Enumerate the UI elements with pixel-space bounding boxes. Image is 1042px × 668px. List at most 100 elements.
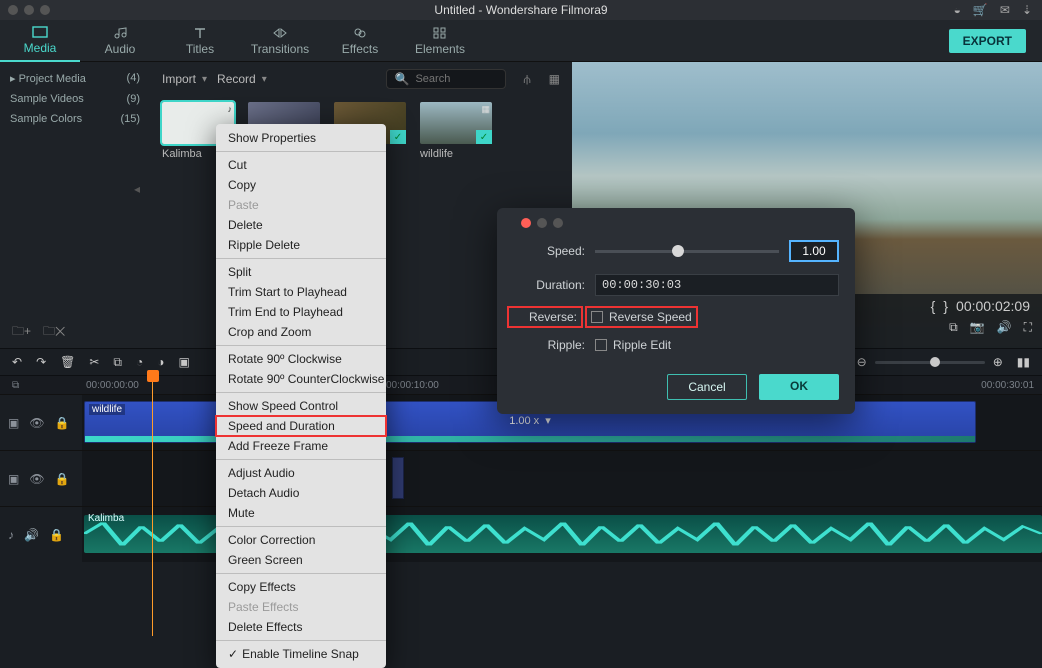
download-icon[interactable]: ⇣	[1022, 3, 1032, 17]
lock-icon[interactable]: 🔒	[55, 472, 70, 486]
menu-detach-audio[interactable]: Detach Audio	[216, 483, 386, 503]
playhead[interactable]	[152, 376, 153, 636]
track-settings-icon[interactable]: ▣	[8, 472, 19, 486]
sidebar-item-project-media[interactable]: ▸ Project Media (4)	[0, 68, 150, 89]
color-icon[interactable]: ◑	[157, 355, 164, 369]
undo-icon[interactable]: ↶	[12, 355, 22, 369]
zoom-slider[interactable]	[875, 361, 985, 364]
menu-enable-snap[interactable]: Enable Timeline Snap	[216, 644, 386, 664]
tab-media[interactable]: Media	[0, 20, 80, 62]
visibility-icon[interactable]: 👁	[29, 416, 44, 430]
visibility-icon[interactable]: 👁	[29, 472, 44, 486]
menu-split[interactable]: Split	[216, 262, 386, 282]
menu-color-correction[interactable]: Color Correction	[216, 530, 386, 550]
snapshot-icon[interactable]: ⧉	[949, 320, 958, 335]
dialog-traffic-lights[interactable]	[513, 218, 839, 228]
menu-show-properties[interactable]: Show Properties	[216, 128, 386, 148]
menu-copy[interactable]: Copy	[216, 175, 386, 195]
split-icon[interactable]: ✂	[89, 355, 99, 369]
sidebar-item-sample-videos[interactable]: Sample Videos (9)	[0, 89, 150, 109]
ok-button[interactable]: OK	[759, 374, 839, 400]
music-track-icon[interactable]: ♪	[8, 528, 14, 542]
menu-crop-zoom[interactable]: Crop and Zoom	[216, 322, 386, 342]
zoom-in-icon[interactable]: ⊕	[993, 355, 1003, 369]
menu-green-screen[interactable]: Green Screen	[216, 550, 386, 570]
menu-add-freeze-frame[interactable]: Add Freeze Frame	[216, 436, 386, 456]
tab-media-label: Media	[24, 41, 57, 55]
clip-fragment[interactable]	[392, 457, 404, 499]
tab-effects[interactable]: Effects	[320, 20, 400, 62]
camera-icon[interactable]: 📷	[970, 320, 985, 335]
volume-icon[interactable]: 🔊	[997, 320, 1012, 335]
duration-input[interactable]: 00:00:30:03	[595, 274, 839, 296]
delete-icon[interactable]: 🗑	[60, 355, 75, 369]
lock-icon[interactable]: 🔒	[55, 416, 70, 430]
menu-rotate-cw[interactable]: Rotate 90º Clockwise	[216, 349, 386, 369]
track-audio-1: ♪🔊🔒 Kalimba	[0, 506, 1042, 562]
lock-icon[interactable]: 🔒	[49, 528, 64, 542]
close-dot[interactable]	[521, 218, 531, 228]
speed-icon[interactable]: ◔	[136, 355, 143, 369]
search-input[interactable]	[415, 73, 495, 85]
export-button[interactable]: EXPORT	[949, 29, 1026, 53]
crop-icon[interactable]: ⧉	[113, 355, 122, 370]
redo-icon[interactable]: ↷	[36, 355, 46, 369]
min-dot[interactable]	[537, 218, 547, 228]
reverse-checkbox-label: Reverse Speed	[609, 310, 692, 324]
menu-copy-effects[interactable]: Copy Effects	[216, 577, 386, 597]
ripple-checkbox[interactable]	[595, 339, 607, 351]
reverse-checkbox[interactable]	[591, 311, 603, 323]
mark-out-icon[interactable]: }	[943, 298, 948, 314]
solo-icon[interactable]: 🔊	[24, 528, 39, 542]
delete-folder-icon[interactable]: 🗀✕	[43, 322, 65, 343]
media-search[interactable]: 🔍	[386, 69, 506, 89]
close-dot[interactable]	[8, 5, 18, 15]
menu-speed-and-duration[interactable]: Speed and Duration	[216, 416, 386, 436]
mail-icon[interactable]: ✉	[1000, 3, 1010, 17]
zoom-out-icon[interactable]: ⊖	[857, 355, 867, 369]
account-icon[interactable]: ◒	[954, 3, 961, 17]
clip-context-menu: Show Properties Cut Copy Paste Delete Ri…	[216, 124, 386, 668]
clip-speed-badge[interactable]: 1.00 x ▾	[509, 414, 551, 427]
sidebar-item-sample-colors[interactable]: Sample Colors (15)	[0, 109, 150, 129]
zoom-fit-icon[interactable]: ▮▮	[1017, 355, 1030, 369]
menu-show-speed-control[interactable]: Show Speed Control	[216, 396, 386, 416]
cancel-button[interactable]: Cancel	[667, 374, 747, 400]
fullscreen-icon[interactable]: ⛶	[1024, 320, 1032, 335]
tab-titles[interactable]: Titles	[160, 20, 240, 62]
media-thumb-wildlife[interactable]: ▦✓ wildlife	[420, 102, 492, 160]
grid-icon[interactable]: ▦	[549, 72, 560, 86]
window-traffic-lights[interactable]	[0, 5, 50, 15]
speed-slider[interactable]	[595, 250, 779, 253]
menu-cut[interactable]: Cut	[216, 155, 386, 175]
menu-mute[interactable]: Mute	[216, 503, 386, 523]
new-folder-icon[interactable]: 🗀+	[12, 322, 31, 343]
import-dropdown[interactable]: Import	[162, 72, 207, 86]
tab-audio[interactable]: Audio	[80, 20, 160, 62]
greenscreen-icon[interactable]: ▣	[179, 355, 190, 369]
track-settings-icon[interactable]: ▣	[8, 416, 19, 430]
menu-rotate-ccw[interactable]: Rotate 90º CounterClockwise	[216, 369, 386, 389]
tab-elements[interactable]: Elements	[400, 20, 480, 62]
filter-icon[interactable]: ⫛	[524, 72, 531, 87]
tab-transitions[interactable]: Transitions	[240, 20, 320, 62]
ruler-tick: 00:00:00:00	[86, 380, 139, 391]
menu-adjust-audio[interactable]: Adjust Audio	[216, 463, 386, 483]
zoom-control[interactable]: ⊖ ⊕ ▮▮	[857, 355, 1030, 369]
sidebar-label: Sample Videos	[10, 93, 84, 105]
ruler-tick: 00:00:30:01	[981, 380, 1034, 391]
speed-input[interactable]: 1.00	[789, 240, 839, 262]
max-dot[interactable]	[553, 218, 563, 228]
mark-in-icon[interactable]: {	[931, 298, 936, 314]
max-dot[interactable]	[40, 5, 50, 15]
record-dropdown[interactable]: Record	[217, 72, 267, 86]
menu-trim-start[interactable]: Trim Start to Playhead	[216, 282, 386, 302]
collapse-sidebar-icon[interactable]: ◂	[134, 182, 140, 196]
ruler-plus-icon[interactable]: ⧉	[12, 380, 19, 391]
menu-ripple-delete[interactable]: Ripple Delete	[216, 235, 386, 255]
menu-delete-effects[interactable]: Delete Effects	[216, 617, 386, 637]
menu-delete[interactable]: Delete	[216, 215, 386, 235]
min-dot[interactable]	[24, 5, 34, 15]
cart-icon[interactable]: 🛒	[973, 3, 988, 17]
menu-trim-end[interactable]: Trim End to Playhead	[216, 302, 386, 322]
